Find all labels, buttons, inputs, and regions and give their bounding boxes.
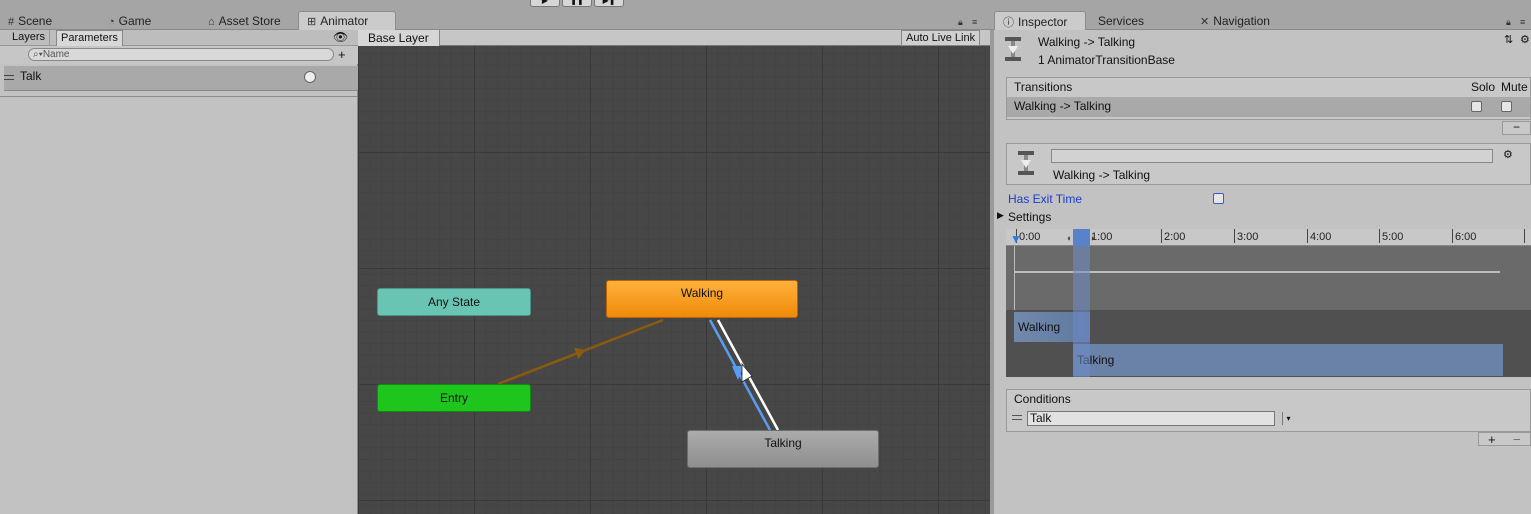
tab-scene[interactable]: # Scene [0,12,60,30]
top-tab-bar: ▶ ❚❚ ▶❚ # Scene ◔ Game ⌂ Asset Store ⊞ Anima… [0,0,1531,31]
conditions-list: Conditions Talk ▾ [1006,389,1531,432]
talking-state-node[interactable]: Talking [687,430,879,468]
solo-checkbox[interactable] [1471,101,1482,112]
tab-game[interactable]: ◔ Game [100,12,159,30]
tick-label: 0:00 [1019,231,1041,243]
tick-label: 3:00 [1237,231,1259,243]
solo-header: Solo [1471,80,1496,94]
tab-layers[interactable]: Layers [8,30,51,46]
inspector-panel: Walking -> Talking 1 AnimatorTransitionB… [994,30,1531,514]
tick-label: 2:00 [1164,231,1186,243]
has-exit-time-checkbox[interactable] [1213,193,1224,204]
transition-settings-header: ⚙ Walking -> Talking [1006,143,1531,185]
gear-icon[interactable]: ⚙ [1503,148,1513,161]
menu-icon[interactable]: ≡ [1520,17,1525,27]
trigger-toggle[interactable] [304,71,316,83]
remove-transition-button[interactable]: − [1502,121,1531,135]
tab-parameters[interactable]: Parameters [56,30,123,46]
left-panel-tabs: Layers Parameters 👁︎ [0,30,358,46]
parameter-row[interactable]: Talk [4,66,358,91]
search-input[interactable]: ⌕▾Name [28,48,334,61]
add-condition-button[interactable]: + [1488,432,1496,447]
exit-marker-icon[interactable]: ◖ [1066,233,1071,243]
parameters-panel: Layers Parameters 👁︎ ⌕▾Name + Talk [0,30,358,514]
playhead-marker-icon[interactable]: ▼ [1010,232,1022,246]
animator-icon: ⊞ [307,16,317,28]
eye-icon[interactable]: 👁︎ [333,30,348,44]
inspector-subtitle: 1 AnimatorTransitionBase [1038,53,1175,67]
any-state-node[interactable]: Any State [377,288,531,316]
search-icon: ⌕▾ [33,49,43,60]
transition-row-label[interactable]: Walking -> Talking [1014,99,1111,113]
walking-state-node[interactable]: Walking [606,280,798,318]
entry-node[interactable]: Entry [377,384,531,412]
transition-name-field[interactable] [1051,149,1493,163]
transitions-list: Transitions Solo Mute Walking -> Talking [1006,77,1531,120]
has-exit-time-label: Has Exit Time [1008,192,1083,206]
tab-navigation[interactable]: ✕ Navigation [1192,12,1278,30]
transitions-header: Transitions [1014,80,1073,94]
animator-graph[interactable]: Base Layer Auto Live Link Any State Entr… [358,30,990,514]
play-button[interactable]: ▶ [530,0,560,7]
transition-row[interactable]: Walking -> Talking [1007,97,1530,117]
preset-icon[interactable]: ⇅ [1504,33,1513,46]
tab-asset-store[interactable]: ⌂ Asset Store [200,12,289,30]
grid-icon: # [8,16,15,28]
tick-label: 5:00 [1382,231,1404,243]
parameter-name[interactable]: Talk [20,69,41,83]
add-parameter-button[interactable]: + [338,47,346,62]
store-icon: ⌂ [208,16,215,28]
tab-inspector[interactable]: ⓘ Inspector [994,11,1086,31]
search-row: ⌕▾Name + [0,46,358,64]
pause-button[interactable]: ❚❚ [562,0,592,7]
chevron-down-icon: ▾ [1282,412,1294,425]
transition-duration-handle[interactable] [1073,229,1090,246]
pacman-icon: ◔ [108,16,115,28]
transition-arrows [497,318,780,431]
conditions-header: Conditions [1014,392,1071,406]
inspector-title: Walking -> Talking [1038,35,1136,49]
menu-icon[interactable]: ≡ [972,17,977,27]
drag-handle-icon[interactable] [4,75,14,80]
divider [0,94,358,97]
arrowhead-icon [574,347,586,360]
transition-label: Walking -> Talking [1053,168,1151,182]
settings-foldout[interactable]: Settings [1008,210,1051,224]
transition-icon [1018,151,1034,175]
condition-footer: + − [1478,432,1531,447]
drag-handle-icon[interactable] [1012,415,1022,420]
tab-services[interactable]: Services [1090,12,1152,30]
mute-header: Mute [1501,80,1528,94]
remove-condition-button[interactable]: − [1513,432,1521,447]
info-icon: ⓘ [1003,17,1014,29]
step-button[interactable]: ▶❚ [594,0,624,7]
tick-label: 6:00 [1455,231,1477,243]
condition-parameter-dropdown[interactable]: Talk ▾ [1027,411,1291,426]
transition-icon [1005,37,1021,61]
gear-icon[interactable]: ⚙ [1520,33,1530,46]
tick-label: 4:00 [1310,231,1332,243]
expand-arrow-icon[interactable]: ▶ [997,210,1004,221]
tab-animator[interactable]: ⊞ Animator [298,11,396,31]
lock-icon[interactable]: 🔒︎ [1506,17,1511,28]
talking-clip-bar[interactable]: Talking [1073,344,1503,376]
navigation-icon: ✕ [1200,16,1210,28]
lock-icon[interactable]: 🔒︎ [958,17,963,28]
mute-checkbox[interactable] [1501,101,1512,112]
transition-overlap-region[interactable] [1073,246,1090,377]
end-marker-icon[interactable]: ◗ [1090,233,1095,243]
transition-timeline[interactable]: 0:00 1:00 2:00 3:00 4:00 5:00 6:00 Walki… [1006,229,1531,377]
